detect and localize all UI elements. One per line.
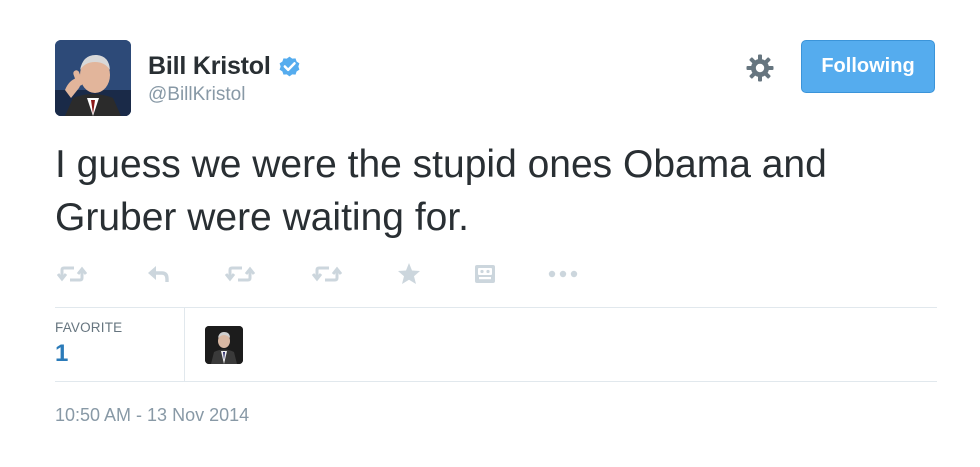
favoriter-avatar[interactable] bbox=[205, 326, 243, 364]
author-handle[interactable]: @BillKristol bbox=[148, 84, 302, 106]
tweet-timestamp[interactable]: 10:50 AM - 13 Nov 2014 bbox=[55, 405, 249, 426]
reply-icon[interactable] bbox=[145, 258, 171, 290]
stats-bottom-divider bbox=[55, 381, 937, 382]
author-full-name[interactable]: Bill Kristol bbox=[148, 52, 271, 81]
fullname-row: Bill Kristol bbox=[148, 52, 302, 81]
favorite-stat-label: FAVORITE bbox=[55, 320, 123, 335]
verified-badge-icon bbox=[277, 54, 302, 79]
retweet-icon[interactable] bbox=[312, 258, 342, 290]
tweet-header: Bill Kristol @BillKristol Following bbox=[55, 40, 935, 116]
favorite-star-icon[interactable] bbox=[397, 258, 421, 290]
following-button[interactable]: Following bbox=[801, 40, 935, 93]
stats-separator bbox=[184, 308, 185, 381]
gear-icon[interactable] bbox=[745, 53, 775, 83]
favorite-stat-count: 1 bbox=[55, 340, 69, 367]
photo-icon[interactable] bbox=[474, 258, 496, 290]
tweet-stats: FAVORITE 1 bbox=[55, 308, 937, 381]
retweet-icon[interactable] bbox=[57, 258, 87, 290]
author-name-block: Bill Kristol @BillKristol bbox=[148, 52, 302, 106]
tweet-text: I guess we were the stupid ones Obama an… bbox=[55, 143, 827, 239]
author-avatar[interactable] bbox=[55, 40, 131, 116]
favorite-stat[interactable]: FAVORITE 1 bbox=[55, 320, 175, 368]
more-options-icon[interactable] bbox=[547, 258, 579, 290]
retweet-icon[interactable] bbox=[225, 258, 255, 290]
